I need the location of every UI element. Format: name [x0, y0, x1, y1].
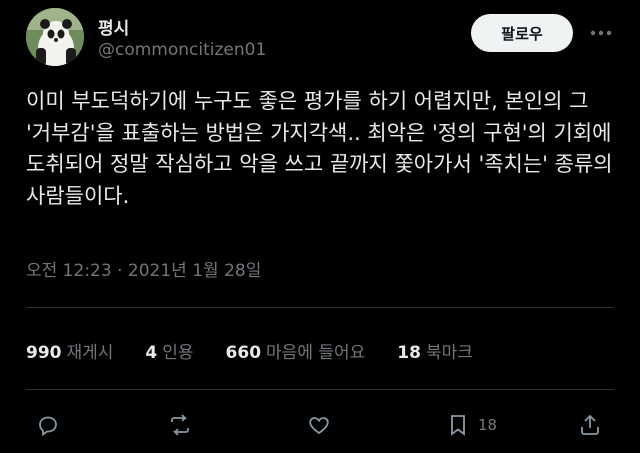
author-name[interactable]: 평시 — [98, 14, 129, 39]
stat-label: 마음에 들어요 — [266, 343, 366, 363]
ellipsis-icon — [590, 30, 612, 36]
tweet-actions: 18 — [26, 405, 614, 445]
stat-number: 18 — [397, 343, 421, 363]
panda-icon — [26, 8, 84, 66]
timestamp-separator: · — [117, 261, 123, 281]
tweet-date: 2021년 1월 28일 — [127, 261, 262, 281]
stat-bookmarks[interactable]: 18 북마크 — [397, 338, 473, 363]
more-options-icon[interactable] — [586, 16, 616, 50]
follow-button[interactable]: 팔로우 — [471, 14, 573, 52]
tweet-header: 평시 @commoncitizen01 팔로우 — [26, 8, 616, 68]
avatar[interactable] — [26, 8, 84, 66]
stat-label: 재게시 — [66, 343, 114, 363]
stat-number: 660 — [225, 343, 262, 363]
stat-likes[interactable]: 660 마음에 들어요 — [226, 338, 366, 363]
tweet-time: 오전 12:23 — [26, 261, 112, 281]
stat-label: 북마크 — [425, 343, 473, 363]
reply-icon — [39, 416, 57, 437]
divider-top — [26, 307, 614, 308]
heart-icon — [309, 417, 329, 435]
reply-button[interactable] — [36, 405, 60, 445]
stat-quotes[interactable]: 4 인용 — [145, 338, 193, 363]
stat-number: 990 — [26, 343, 62, 363]
share-icon — [581, 414, 599, 435]
author-handle[interactable]: @commoncitizen01 — [98, 40, 266, 60]
tweet-text: 이미 부도덕하기에 누구도 좋은 평가를 하기 어렵지만, 본인의 그 '거부감… — [26, 89, 620, 208]
share-button[interactable] — [578, 405, 602, 445]
divider-bottom — [26, 389, 614, 390]
bookmark-count: 18 — [478, 416, 498, 434]
tweet-stats: 990 재게시 4 인용 660 마음에 들어요 18 북마크 — [26, 338, 505, 363]
repost-button[interactable] — [168, 405, 192, 445]
tweet-timestamp[interactable]: 오전 12:23 · 2021년 1월 28일 — [26, 256, 261, 281]
bookmark-button[interactable]: 18 — [446, 405, 497, 445]
stat-label: 인용 — [162, 343, 194, 363]
stat-reposts[interactable]: 990 재게시 — [26, 338, 113, 363]
bookmark-icon — [451, 415, 465, 436]
repost-icon — [171, 414, 189, 436]
stat-number: 4 — [145, 343, 158, 363]
like-button[interactable] — [307, 405, 331, 445]
